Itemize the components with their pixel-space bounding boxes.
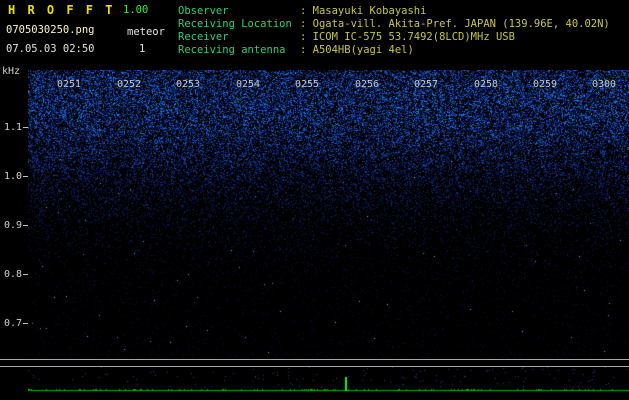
spectrogram-canvas: [28, 70, 629, 358]
output-filename: 0705030250.png: [6, 24, 95, 36]
info-label: Observer: [178, 5, 300, 18]
y-tick-mark: [23, 176, 28, 177]
time-tick-label: 0300: [592, 79, 616, 90]
info-label: Receiving Location: [178, 18, 300, 31]
time-tick-label: 0259: [533, 79, 557, 90]
info-row-receiver: Receiver: ICOM IC-575 53.7492(8LCD)MHz U…: [178, 31, 610, 44]
info-row-observer: Observer: Masayuki Kobayashi: [178, 5, 610, 18]
time-tick-label: 0255: [295, 79, 319, 90]
freq-tick-label: 1.1: [4, 122, 22, 133]
time-tick-label: 0254: [236, 79, 260, 90]
freq-tick-label: 0.9: [4, 220, 22, 231]
info-row-antenna: Receiving antenna: A504HB(yagi 4el): [178, 44, 610, 57]
freq-tick-label: 0.7: [4, 318, 22, 329]
y-tick-mark: [23, 323, 28, 324]
datetime-label: 07.05.03 02:50: [6, 43, 95, 55]
freq-axis-unit: kHz: [2, 66, 20, 77]
y-tick-mark: [23, 127, 28, 128]
info-value: : Ogata-vill. Akita-Pref. JAPAN (139.96E…: [300, 18, 610, 30]
mode-label: meteor: [127, 26, 165, 38]
info-value: : ICOM IC-575 53.7492(8LCD)MHz USB: [300, 31, 515, 43]
hrofft-screen: H R O F F T 1.00 0705030250.png meteor 0…: [0, 0, 629, 400]
freq-tick-label: 1.0: [4, 171, 22, 182]
app-version: 1.00: [123, 4, 148, 16]
app-title: H R O F F T: [8, 3, 115, 17]
time-tick-label: 0258: [474, 79, 498, 90]
time-tick-label: 0251: [57, 79, 81, 90]
separator-line: [0, 359, 629, 360]
freq-tick-label: 0.8: [4, 269, 22, 280]
y-tick-mark: [23, 225, 28, 226]
echo-count: 1: [139, 43, 145, 55]
time-tick-label: 0257: [414, 79, 438, 90]
y-tick-mark: [23, 274, 28, 275]
info-value: : Masayuki Kobayashi: [300, 5, 426, 17]
time-tick-label: 0253: [176, 79, 200, 90]
level-strip-canvas: [28, 367, 629, 400]
station-info: Observer: Masayuki Kobayashi Receiving L…: [178, 5, 610, 57]
info-label: Receiving antenna: [178, 44, 300, 57]
time-tick-label: 0252: [117, 79, 141, 90]
time-tick-label: 0256: [355, 79, 379, 90]
info-label: Receiver: [178, 31, 300, 44]
info-row-location: Receiving Location: Ogata-vill. Akita-Pr…: [178, 18, 610, 31]
info-value: : A504HB(yagi 4el): [300, 44, 414, 56]
